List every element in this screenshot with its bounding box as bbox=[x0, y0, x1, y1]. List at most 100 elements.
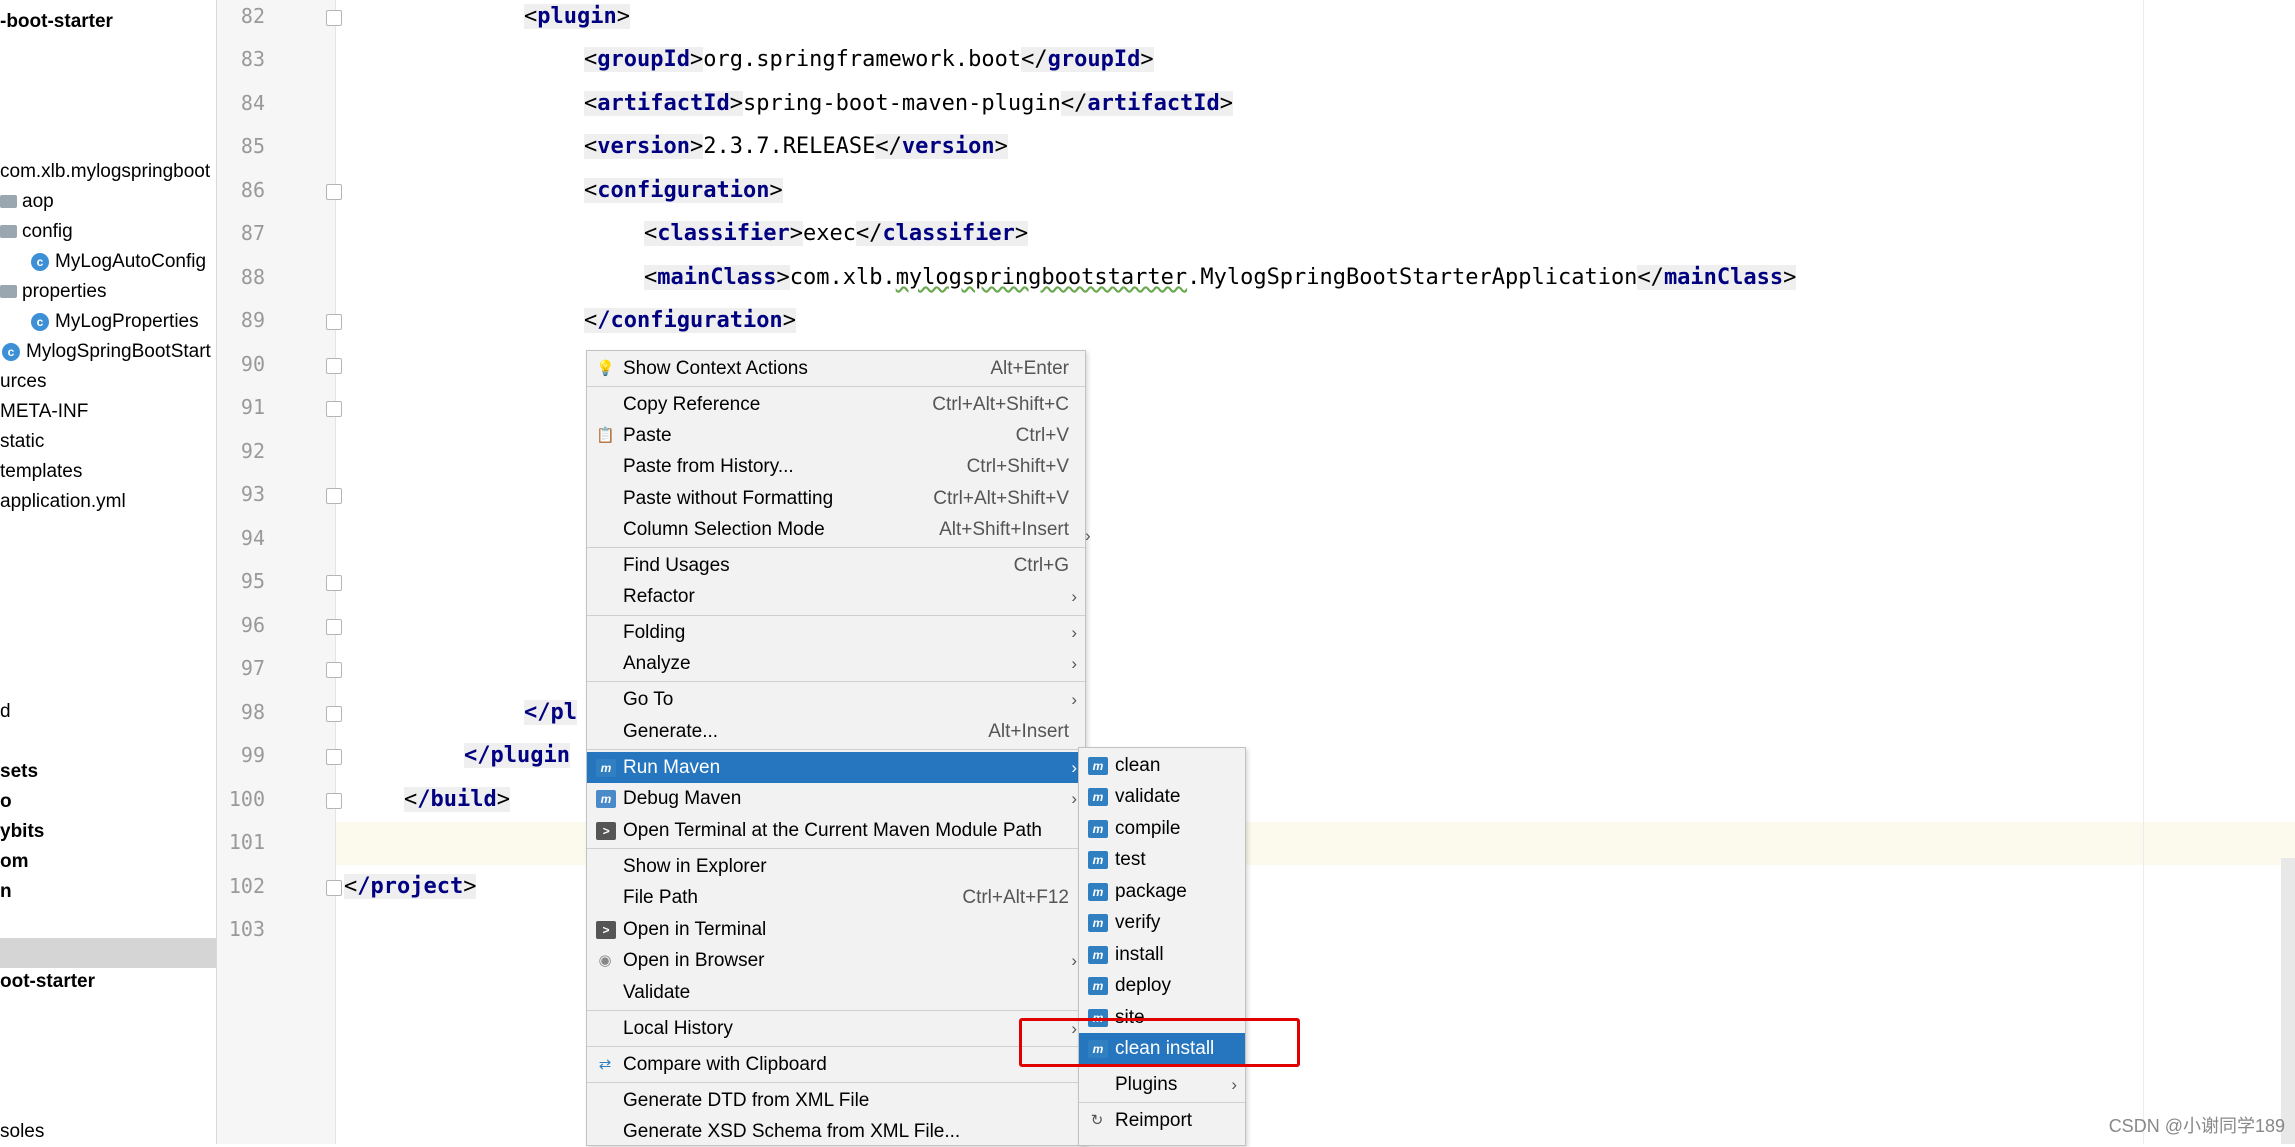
menu-item-analyze[interactable]: Analyze › bbox=[587, 648, 1085, 679]
vertical-scrollbar[interactable] bbox=[2281, 858, 2295, 1144]
context-menu: 💡 Show Context Actions Alt+Enter Copy Refe… bbox=[586, 350, 1086, 1146]
submenu-item-install[interactable]: m install bbox=[1079, 939, 1245, 970]
menu-item-label: Go To bbox=[623, 689, 674, 710]
tree-item-package[interactable]: com.xlb.mylogspringboot bbox=[0, 157, 210, 187]
line-number: 93 bbox=[240, 482, 265, 506]
submenu-item-plugins[interactable]: Plugins › bbox=[1079, 1069, 1245, 1100]
menu-separator bbox=[587, 681, 1085, 682]
submenu-item-reimport[interactable]: ↻ Reimport bbox=[1079, 1105, 1245, 1136]
menu-item-show-in-explorer[interactable]: Show in Explorer bbox=[587, 851, 1085, 882]
tree-item-properties[interactable]: properties bbox=[0, 277, 107, 307]
folder-icon bbox=[0, 225, 17, 239]
menu-item-go-to[interactable]: Go To › bbox=[587, 684, 1085, 715]
tree-item-aop[interactable]: aop bbox=[0, 187, 54, 217]
submenu-item-deploy[interactable]: m deploy bbox=[1079, 970, 1245, 1001]
menu-item-label: Paste bbox=[623, 425, 672, 446]
code-line: <version>2.3.7.RELEASE</version> bbox=[584, 134, 1008, 159]
submenu-item-validate[interactable]: m validate bbox=[1079, 781, 1245, 812]
maven-goal-icon: m bbox=[1088, 883, 1108, 901]
menu-item-show-context-actions[interactable]: 💡 Show Context Actions Alt+Enter bbox=[587, 353, 1085, 384]
menu-item-column-selection-mode[interactable]: Column Selection Mode Alt+Shift+Insert bbox=[587, 514, 1085, 545]
tree-item-n[interactable]: n bbox=[0, 877, 12, 907]
submenu-item-label: compile bbox=[1115, 818, 1181, 839]
menu-item-run-maven[interactable]: m Run Maven › bbox=[587, 752, 1085, 783]
tree-item-config[interactable]: config bbox=[0, 217, 73, 247]
menu-item-open-in-browser[interactable]: ◉ Open in Browser › bbox=[587, 945, 1085, 976]
tree-selected-row[interactable] bbox=[0, 938, 216, 968]
menu-item-label: Show in Explorer bbox=[623, 856, 767, 877]
menu-item-label: Show Context Actions bbox=[623, 358, 808, 379]
tree-item-resources[interactable]: urces bbox=[0, 367, 46, 397]
tree-item-consoles[interactable]: soles bbox=[0, 1117, 44, 1144]
menu-item-paste-without-formatting[interactable]: Paste without Formatting Ctrl+Alt+Shift+V bbox=[587, 483, 1085, 514]
line-number: 83 bbox=[240, 47, 265, 71]
menu-item-label: Find Usages bbox=[623, 555, 730, 576]
menu-item-generate[interactable]: Generate... Alt+Insert bbox=[587, 716, 1085, 747]
code-line: </project> bbox=[344, 874, 477, 899]
submenu-item-compile[interactable]: m compile bbox=[1079, 813, 1245, 844]
maven-goal-icon: m bbox=[1088, 788, 1108, 806]
tree-item-meta-inf[interactable]: META-INF bbox=[0, 397, 88, 427]
submenu-item-package[interactable]: m package bbox=[1079, 876, 1245, 907]
line-number: 103 bbox=[228, 917, 265, 941]
chevron-right-icon: › bbox=[1071, 654, 1077, 673]
menu-item-shortcut: Alt+Insert bbox=[988, 721, 1069, 742]
menu-item-local-history[interactable]: Local History › bbox=[587, 1013, 1085, 1044]
line-number: 98 bbox=[240, 700, 265, 724]
tree-item-module[interactable]: -boot-starter bbox=[0, 7, 113, 37]
submenu-item-clean[interactable]: m clean bbox=[1079, 750, 1245, 781]
menu-item-label: Generate... bbox=[623, 721, 719, 742]
menu-item-shortcut: Ctrl+G bbox=[1013, 555, 1069, 576]
menu-item-refactor[interactable]: Refactor › bbox=[587, 581, 1085, 612]
maven-goal-icon: m bbox=[1088, 851, 1108, 869]
tree-item-sets[interactable]: sets bbox=[0, 757, 38, 787]
tree-item-label: META-INF bbox=[0, 401, 89, 422]
menu-item-paste-from-history[interactable]: Paste from History... Ctrl+Shift+V bbox=[587, 451, 1085, 482]
tree-item-module-2[interactable]: oot-starter bbox=[0, 967, 95, 997]
menu-item-generate-xsd[interactable]: Generate XSD Schema from XML File... bbox=[587, 1116, 1085, 1147]
tree-item-o[interactable]: o bbox=[0, 787, 12, 817]
tree-item-d[interactable]: d bbox=[0, 697, 11, 727]
menu-item-file-path[interactable]: File Path Ctrl+Alt+F12 bbox=[587, 882, 1085, 913]
menu-item-folding[interactable]: Folding › bbox=[587, 617, 1085, 648]
maven-goal-icon: m bbox=[1088, 757, 1108, 775]
menu-separator bbox=[587, 547, 1085, 548]
tree-item-mylogproperties[interactable]: c MyLogProperties bbox=[31, 307, 199, 337]
tree-item-static[interactable]: static bbox=[0, 427, 44, 457]
code-line: <configuration> bbox=[584, 178, 783, 203]
chevron-right-icon: › bbox=[1071, 587, 1077, 606]
menu-item-debug-maven[interactable]: m Debug Maven › bbox=[587, 783, 1085, 814]
menu-item-label: File Path bbox=[623, 887, 698, 908]
code-line: </build> bbox=[404, 787, 510, 812]
code-line: </plugin bbox=[464, 743, 570, 768]
menu-item-validate[interactable]: Validate bbox=[587, 977, 1085, 1008]
tree-item-templates[interactable]: templates bbox=[0, 457, 82, 487]
menu-item-open-in-terminal[interactable]: > Open in Terminal bbox=[587, 914, 1085, 945]
tree-item-om[interactable]: om bbox=[0, 847, 29, 877]
menu-item-open-terminal-maven[interactable]: > Open Terminal at the Current Maven Modu… bbox=[587, 815, 1085, 846]
line-number: 87 bbox=[240, 221, 265, 245]
menu-item-label: Compare with Clipboard bbox=[623, 1054, 827, 1075]
line-number: 94 bbox=[240, 526, 265, 550]
menu-item-compare-with-clipboard[interactable]: ⇄ Compare with Clipboard bbox=[587, 1049, 1085, 1080]
submenu-item-label: test bbox=[1115, 849, 1146, 870]
line-number: 100 bbox=[228, 787, 265, 811]
menu-item-paste[interactable]: 📋 Paste Ctrl+V bbox=[587, 420, 1085, 451]
tree-item-label: o bbox=[0, 791, 12, 812]
menu-item-find-usages[interactable]: Find Usages Ctrl+G bbox=[587, 550, 1085, 581]
highlight-box bbox=[1019, 1018, 1300, 1067]
menu-item-generate-dtd[interactable]: Generate DTD from XML File bbox=[587, 1085, 1085, 1116]
menu-item-copy-reference[interactable]: Copy Reference Ctrl+Alt+Shift+C bbox=[587, 389, 1085, 420]
folder-icon bbox=[0, 285, 17, 299]
tree-item-application-yml[interactable]: application.yml bbox=[0, 487, 126, 517]
tree-item-mylogautoconfig[interactable]: c MyLogAutoConfig bbox=[31, 247, 206, 277]
tree-item-application-class[interactable]: c MylogSpringBootStart bbox=[2, 337, 211, 367]
submenu-item-verify[interactable]: m verify bbox=[1079, 907, 1245, 938]
tree-item-ybits[interactable]: ybits bbox=[0, 817, 44, 847]
submenu-item-test[interactable]: m test bbox=[1079, 844, 1245, 875]
menu-item-label: Validate bbox=[623, 982, 691, 1003]
maven-goal-icon: m bbox=[1088, 914, 1108, 932]
line-number: 85 bbox=[240, 134, 265, 158]
tree-item-label: sets bbox=[0, 761, 39, 782]
menu-item-label: Run Maven bbox=[623, 757, 721, 778]
